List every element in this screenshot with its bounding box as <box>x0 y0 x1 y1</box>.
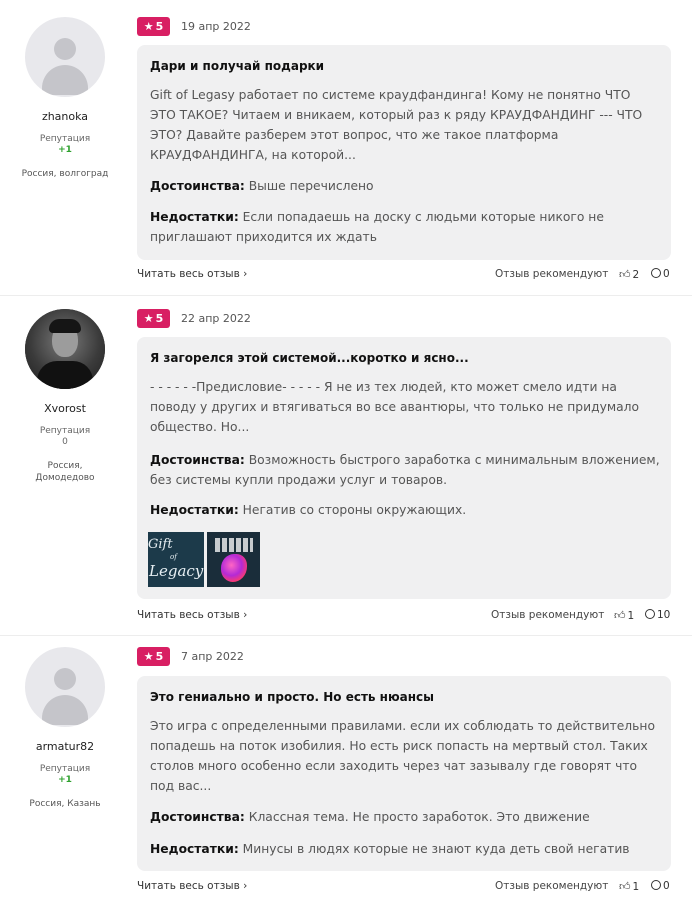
like-button[interactable]: 👍︎ 1 <box>614 609 634 622</box>
review-footer: Читать весь отзыв › Отзыв рекомендуют 👍︎… <box>137 609 671 625</box>
like-button[interactable]: 👍︎ 2 <box>619 268 639 281</box>
review-content: ★ 5 22 апр 2022 Я загорелся этой системой… <box>137 309 671 622</box>
avatar[interactable] <box>25 309 105 389</box>
review-footer: Читать весь отзыв › Отзыв рекомендуют 👍︎… <box>137 880 671 896</box>
reputation-label: Репутация <box>39 426 91 436</box>
reputation-label: Репутация <box>39 134 91 144</box>
recommend-label: Отзыв рекомендуют <box>491 609 605 621</box>
reputation-value: +1 <box>58 775 72 785</box>
username[interactable]: armatur82 <box>0 740 130 753</box>
user-location: Россия, Казань <box>29 799 101 809</box>
review-card[interactable]: Я загорелся этой системой...коротко и яс… <box>137 337 671 599</box>
reputation-value: +1 <box>58 145 72 155</box>
thumbs-up-icon: 👍︎ <box>619 268 631 281</box>
user-location: Россия, Домодедово <box>35 461 95 483</box>
review-pros: Достоинства: Классная тема. Не просто за… <box>150 810 590 824</box>
reputation-label: Репутация <box>39 764 91 774</box>
review-author: zhanoka Репутация +1 Россия, волгоград <box>0 17 130 180</box>
thumbs-up-icon: 👍︎ <box>619 880 631 893</box>
star-icon: ★ <box>143 650 154 663</box>
star-icon: ★ <box>143 312 154 325</box>
comment-bubble-icon <box>651 880 661 890</box>
review-card[interactable]: Это гениально и просто. Но есть нюансы Э… <box>137 676 671 871</box>
comments-button[interactable]: 10 <box>645 609 670 621</box>
like-button[interactable]: 👍︎ 1 <box>619 880 639 893</box>
review-footer: Читать весь отзыв › Отзыв рекомендуют 👍︎… <box>137 268 671 284</box>
comments-button[interactable]: 0 <box>651 268 670 280</box>
rating-badge: ★ 5 <box>137 17 170 36</box>
review-item: zhanoka Репутация +1 Россия, волгоград ★… <box>0 0 692 296</box>
review-pros: Достоинства: Выше перечислено <box>150 179 374 193</box>
review-cons: Недостатки: Минусы в людях которые не зн… <box>150 842 630 856</box>
read-more-link[interactable]: Читать весь отзыв › <box>137 609 247 621</box>
rating-badge: ★ 5 <box>137 309 170 328</box>
star-icon: ★ <box>143 20 154 33</box>
review-pros: Достоинства: Возможность быстрого зарабо… <box>150 453 660 487</box>
review-cons: Недостатки: Если попадаешь на доску с лю… <box>150 210 604 244</box>
review-body: Gift of Legasy работает по системе крауд… <box>150 88 643 162</box>
review-image[interactable] <box>207 532 260 587</box>
review-author: Xvorost Репутация 0 Россия, Домодедово <box>0 309 130 484</box>
review-body: Это игра с определенными правилами. если… <box>150 719 655 793</box>
thumbs-up-icon: 👍︎ <box>614 609 626 622</box>
comment-bubble-icon <box>645 609 655 619</box>
review-item: Xvorost Репутация 0 Россия, Домодедово ★… <box>0 296 692 636</box>
reputation-value: 0 <box>62 437 68 447</box>
review-title[interactable]: Это гениально и просто. Но есть нюансы <box>150 690 434 704</box>
chevron-right-icon: › <box>243 880 248 892</box>
review-title[interactable]: Дари и получай подарки <box>150 59 324 73</box>
user-location: Россия, волгоград <box>21 169 109 179</box>
username[interactable]: Xvorost <box>0 402 130 415</box>
read-more-link[interactable]: Читать весь отзыв › <box>137 880 247 892</box>
review-date: 19 апр 2022 <box>181 20 251 33</box>
review-item: armatur82 Репутация +1 Россия, Казань ★ 5… <box>0 636 692 911</box>
avatar[interactable] <box>25 647 105 727</box>
review-image[interactable]: Gift of Legacy <box>148 532 204 587</box>
comments-button[interactable]: 0 <box>651 880 670 892</box>
avatar[interactable] <box>25 17 105 97</box>
rating-badge: ★ 5 <box>137 647 170 666</box>
review-content: ★ 5 7 апр 2022 Это гениально и просто. Но… <box>137 647 671 893</box>
review-body: - - - - - -Предисловие- - - - - Я не из … <box>150 380 640 434</box>
recommend-label: Отзыв рекомендуют <box>495 880 609 892</box>
review-cons: Недостатки: Негатив со стороны окружающи… <box>150 503 467 517</box>
chevron-right-icon: › <box>243 268 248 280</box>
comment-bubble-icon <box>651 268 661 278</box>
username[interactable]: zhanoka <box>0 110 130 123</box>
recommend-label: Отзыв рекомендуют <box>495 268 609 280</box>
review-author: armatur82 Репутация +1 Россия, Казань <box>0 647 130 810</box>
chevron-right-icon: › <box>243 609 248 621</box>
read-more-link[interactable]: Читать весь отзыв › <box>137 268 247 280</box>
review-content: ★ 5 19 апр 2022 Дари и получай подарки Gi… <box>137 17 671 281</box>
review-date: 7 апр 2022 <box>181 650 244 663</box>
review-title[interactable]: Я загорелся этой системой...коротко и яс… <box>150 351 469 365</box>
review-date: 22 апр 2022 <box>181 312 251 325</box>
review-card[interactable]: Дари и получай подарки Gift of Legasy ра… <box>137 45 671 260</box>
